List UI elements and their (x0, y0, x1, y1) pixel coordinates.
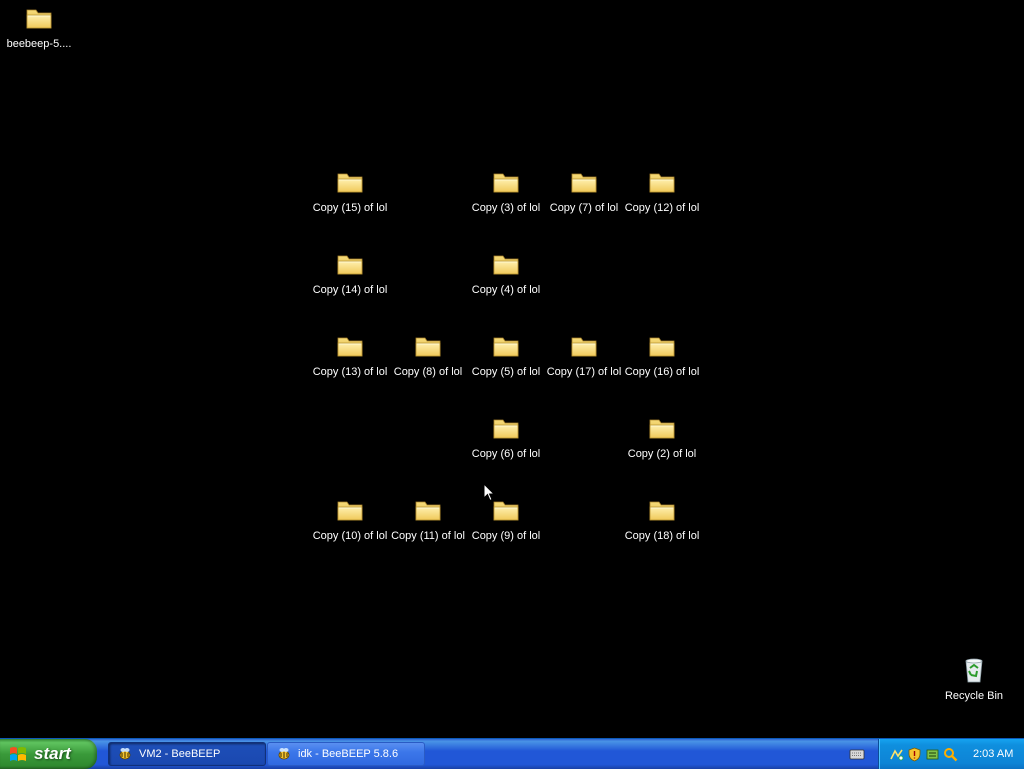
folder-icon (492, 250, 520, 278)
desktop-icon-copy-6[interactable]: Copy (6) of lol (467, 414, 545, 474)
desktop-icon-label: Copy (3) of lol (471, 202, 541, 214)
windows-logo-icon (10, 747, 26, 761)
system-tray: 2:03 AM (878, 739, 1024, 769)
beebeep-tray-icon[interactable] (925, 747, 940, 762)
desktop-icon-label: Recycle Bin (944, 690, 1004, 702)
desktop-icon-label: beebeep-5.... (6, 38, 72, 50)
start-button[interactable]: start (0, 739, 97, 769)
folder-icon (492, 168, 520, 196)
network-icon[interactable] (889, 747, 904, 762)
desktop-icon-copy-18[interactable]: Copy (18) of lol (623, 496, 701, 556)
desktop-icon-label: Copy (5) of lol (471, 366, 541, 378)
folder-icon (648, 168, 676, 196)
desktop-icon-label: Copy (13) of lol (312, 366, 388, 378)
desktop-icon-label: Copy (9) of lol (471, 530, 541, 542)
folder-icon (336, 168, 364, 196)
taskbar-button-label: VM2 - BeeBEEP (139, 748, 221, 760)
folder-icon (570, 168, 598, 196)
search-icon[interactable] (943, 747, 958, 762)
desktop-icon-copy-5[interactable]: Copy (5) of lol (467, 332, 545, 392)
desktop-icon-copy-9[interactable]: Copy (9) of lol (467, 496, 545, 556)
keyboard-icon[interactable] (849, 746, 865, 762)
desktop-icon-copy-7[interactable]: Copy (7) of lol (545, 168, 623, 228)
desktop-icon-copy-10[interactable]: Copy (10) of lol (311, 496, 389, 556)
desktop-icon-label: Copy (11) of lol (391, 530, 465, 542)
desktop-icon-copy-12[interactable]: Copy (12) of lol (623, 168, 701, 228)
folder-icon (648, 414, 676, 442)
desktop-icon-label: Copy (10) of lol (312, 530, 388, 542)
folder-icon (492, 414, 520, 442)
taskbar-button-label: idk - BeeBEEP 5.8.6 (298, 748, 399, 760)
desktop-icon-copy-2[interactable]: Copy (2) of lol (623, 414, 701, 474)
desktop-icon-label: Copy (16) of lol (624, 366, 700, 378)
security-shield-icon[interactable] (907, 747, 922, 762)
recycle-bin-icon (960, 656, 988, 684)
folder-icon (648, 496, 676, 524)
desktop-icon-label: Copy (4) of lol (471, 284, 541, 296)
folder-icon (648, 332, 676, 360)
folder-icon (336, 250, 364, 278)
desktop-icon-label: Copy (17) of lol (546, 366, 622, 378)
folder-icon (25, 4, 53, 32)
clock[interactable]: 2:03 AM (973, 748, 1013, 760)
folder-icon (414, 332, 442, 360)
folder-icon (414, 496, 442, 524)
desktop-icon-beebeep-folder[interactable]: beebeep-5.... (0, 4, 78, 64)
desktop-icon-label: Copy (6) of lol (471, 448, 541, 460)
desktop-icon-recycle-bin[interactable]: Recycle Bin (935, 656, 1013, 716)
beebeep-icon (119, 748, 131, 760)
folder-icon (336, 332, 364, 360)
desktop-icon-label: Copy (7) of lol (549, 202, 619, 214)
folder-icon (336, 496, 364, 524)
desktop-icon-label: Copy (8) of lol (393, 366, 463, 378)
desktop-icon-copy-13[interactable]: Copy (13) of lol (311, 332, 389, 392)
desktop: beebeep-5.... Copy (15) of lol Copy (3) … (0, 0, 1024, 738)
desktop-icon-label: Copy (15) of lol (312, 202, 388, 214)
desktop-icon-copy-8[interactable]: Copy (8) of lol (389, 332, 467, 392)
desktop-icon-label: Copy (12) of lol (624, 202, 700, 214)
beebeep-icon (278, 748, 290, 760)
taskbar-button-idk-beebeep[interactable]: idk - BeeBEEP 5.8.6 (267, 742, 425, 766)
folder-icon (570, 332, 598, 360)
desktop-icon-label: Copy (14) of lol (312, 284, 388, 296)
desktop-icon-label: Copy (18) of lol (624, 530, 700, 542)
start-label: start (34, 744, 71, 763)
folder-icon (492, 496, 520, 524)
mouse-cursor-icon (483, 483, 495, 502)
desktop-icon-copy-14[interactable]: Copy (14) of lol (311, 250, 389, 310)
desktop-icon-label: Copy (2) of lol (627, 448, 697, 460)
taskbar: start VM2 - BeeBEEP idk - BeeBEEP 5.8.6 (0, 738, 1024, 769)
folder-icon (492, 332, 520, 360)
desktop-icon-copy-16[interactable]: Copy (16) of lol (623, 332, 701, 392)
desktop-icon-copy-4[interactable]: Copy (4) of lol (467, 250, 545, 310)
desktop-icon-copy-17[interactable]: Copy (17) of lol (545, 332, 623, 392)
desktop-icon-copy-11[interactable]: Copy (11) of lol (389, 496, 467, 556)
desktop-icon-copy-15[interactable]: Copy (15) of lol (311, 168, 389, 228)
desktop-icon-copy-3[interactable]: Copy (3) of lol (467, 168, 545, 228)
taskbar-button-vm2-beebeep[interactable]: VM2 - BeeBEEP (108, 742, 266, 766)
